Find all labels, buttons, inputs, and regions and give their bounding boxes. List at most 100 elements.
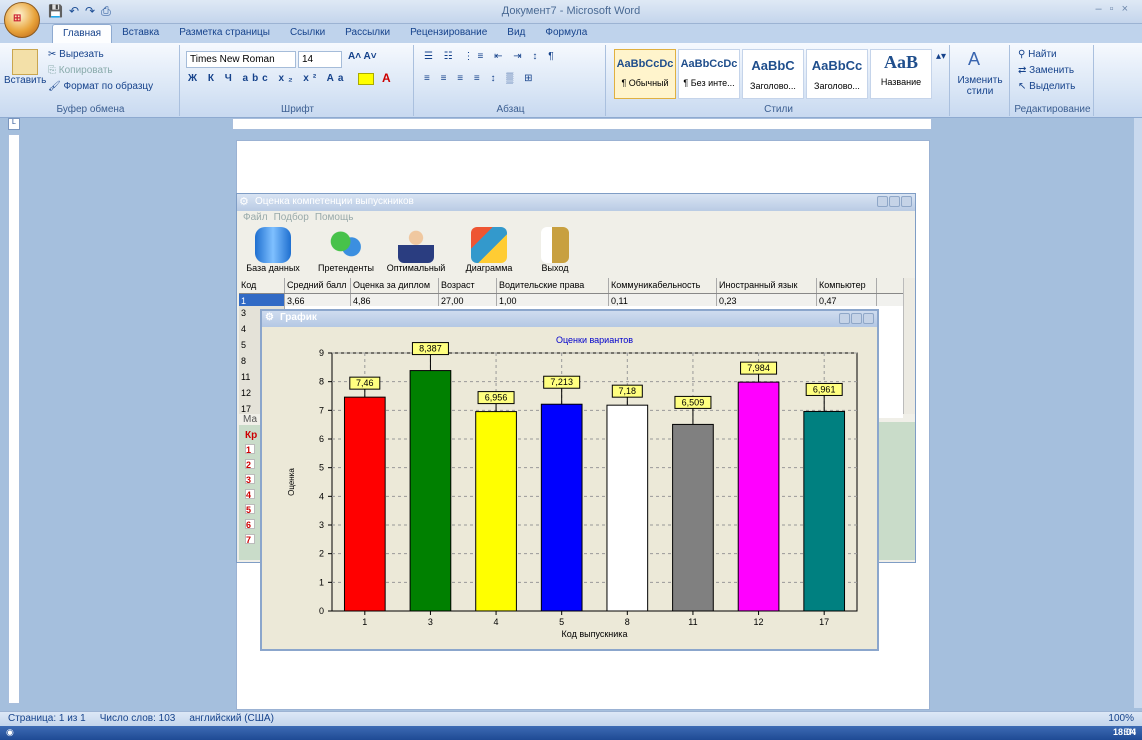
- style-name: Название: [880, 77, 922, 87]
- grid-cell: 0,47: [817, 294, 877, 306]
- data-label: 6,509: [682, 397, 705, 407]
- taskbar: ◉ EN: [0, 726, 1142, 740]
- data-label: 7,46: [356, 378, 374, 388]
- data-label: 8,387: [419, 344, 442, 354]
- tab-page-layout[interactable]: Разметка страницы: [169, 24, 280, 43]
- tab-view[interactable]: Вид: [497, 24, 535, 43]
- exit-button[interactable]: Выход: [531, 227, 579, 273]
- paste-icon[interactable]: [12, 49, 38, 75]
- list-item[interactable]: 5: [245, 504, 255, 515]
- font-size-combo[interactable]: 14: [298, 51, 342, 68]
- font-name-combo[interactable]: Times New Roman: [186, 51, 296, 68]
- list-item[interactable]: 4: [245, 489, 255, 500]
- tab-references[interactable]: Ссылки: [280, 24, 335, 43]
- language[interactable]: английский (США): [189, 713, 274, 725]
- style-name: ¶ Без инте...: [683, 78, 735, 88]
- diagram-button[interactable]: Диаграмма: [457, 227, 521, 273]
- tab-mailings[interactable]: Рассылки: [335, 24, 400, 43]
- start-button[interactable]: ◉: [6, 727, 14, 739]
- paste-button[interactable]: Вставить: [4, 75, 46, 86]
- zoom-level[interactable]: 100%: [1108, 713, 1134, 725]
- style-preview: AaBbC: [751, 58, 795, 73]
- find-label: Найти: [1028, 49, 1057, 60]
- grid-header-cell[interactable]: Иностранный язык: [717, 278, 817, 293]
- database-button[interactable]: База данных: [241, 227, 305, 273]
- vertical-scrollbar[interactable]: [1134, 118, 1142, 708]
- style-normal[interactable]: AaBbCcDc ¶ Обычный: [614, 49, 676, 99]
- optimal-button[interactable]: Оптимальный: [383, 227, 449, 273]
- office-button[interactable]: ⊞: [4, 2, 40, 38]
- tab-review[interactable]: Рецензирование: [400, 24, 497, 43]
- change-styles-button[interactable]: Изменить стили: [954, 75, 1006, 97]
- menu-file[interactable]: Файл: [243, 212, 268, 223]
- style-heading2[interactable]: AaBbCc Заголово...: [806, 49, 868, 99]
- bar: [343, 396, 386, 612]
- bar-chart: Оценки вариантов01234567897,4618,38736,9…: [287, 335, 858, 639]
- list-item[interactable]: 7: [245, 534, 255, 545]
- bar: [606, 404, 649, 612]
- page-count[interactable]: Страница: 1 из 1: [8, 713, 86, 725]
- chart-window-controls[interactable]: [839, 313, 874, 324]
- status-bar: Страница: 1 из 1 Число слов: 103 английс…: [0, 711, 1142, 726]
- grid-header-cell[interactable]: Оценка за диплом: [351, 278, 439, 293]
- editing-group: ⚲ Найти ⇄ Заменить ↖ Выделить Редактиров…: [1012, 45, 1094, 116]
- grow-font-icon[interactable]: A˄ A˅: [348, 51, 377, 62]
- grid-header-cell[interactable]: Средний балл: [285, 278, 351, 293]
- align-buttons[interactable]: ≡ ≡ ≡ ≡ ↕ ▒ ⊞: [424, 73, 536, 84]
- ruler-toggle-button[interactable]: L: [8, 118, 20, 130]
- cut-button[interactable]: ✂ Вырезать: [48, 49, 104, 60]
- grid-header-cell[interactable]: Коммуникабельность: [609, 278, 717, 293]
- replace-button[interactable]: ⇄ Заменить: [1018, 65, 1074, 76]
- style-heading1[interactable]: AaBbC Заголово...: [742, 49, 804, 99]
- y-tick-label: 4: [319, 491, 324, 501]
- grid-header-cell[interactable]: Водительские права: [497, 278, 609, 293]
- bar: [803, 410, 846, 612]
- y-tick-label: 5: [319, 463, 324, 473]
- undo-icon[interactable]: ↶: [69, 4, 79, 20]
- candidates-button[interactable]: Претенденты: [313, 227, 379, 273]
- format-painter-button[interactable]: 🖌 Формат по образцу: [48, 81, 153, 92]
- save-icon[interactable]: 💾: [48, 4, 63, 20]
- styles-scroll-icon[interactable]: ▴▾: [936, 51, 946, 62]
- font-color-icon[interactable]: A: [382, 71, 391, 85]
- style-title[interactable]: AaB Название: [870, 49, 932, 99]
- word-count[interactable]: Число слов: 103: [100, 713, 176, 725]
- grid-cell: 0,11: [609, 294, 717, 306]
- grid-header-cell[interactable]: Возраст: [439, 278, 497, 293]
- x-tick-label: 1: [362, 617, 367, 627]
- app-window-controls[interactable]: [877, 196, 912, 207]
- select-button[interactable]: ↖ Выделить: [1018, 81, 1075, 92]
- grid-scrollbar[interactable]: [903, 278, 915, 414]
- diagram-label: Диаграмма: [465, 263, 513, 273]
- bar: [672, 423, 714, 612]
- table-row[interactable]: 1 3,66 4,86 27,00 1,00 0,11 0,23 0,47: [239, 294, 903, 306]
- grid-header-cell[interactable]: Код: [239, 278, 285, 293]
- menu-help[interactable]: Помощь: [315, 212, 354, 223]
- horizontal-ruler[interactable]: [232, 118, 932, 130]
- grid-cell: 0,23: [717, 294, 817, 306]
- window-controls[interactable]: –▫×: [1096, 3, 1136, 15]
- lower-tab[interactable]: Ма: [239, 414, 262, 425]
- menu-select[interactable]: Подбор: [274, 212, 309, 223]
- tab-home[interactable]: Главная: [52, 24, 113, 43]
- list-item[interactable]: 2: [245, 459, 255, 470]
- style-no-spacing[interactable]: AaBbCcDc ¶ Без инте...: [678, 49, 740, 99]
- list-item[interactable]: 6: [245, 519, 255, 530]
- bar: [540, 403, 583, 612]
- list-item[interactable]: 3: [245, 474, 255, 485]
- copy-button[interactable]: ⎘ Копировать: [48, 65, 113, 76]
- tab-formula[interactable]: Формула: [535, 24, 597, 43]
- font-format-buttons[interactable]: Ж К Ч abc x₂ x² Aa: [188, 73, 347, 84]
- clipboard-group-label: Буфер обмена: [56, 104, 125, 115]
- vertical-ruler[interactable]: [8, 134, 20, 704]
- print-icon[interactable]: ⎙: [101, 4, 111, 20]
- chart-window-icon: ⚙: [265, 312, 274, 323]
- grid-header-cell[interactable]: Компьютер: [817, 278, 877, 293]
- tab-insert[interactable]: Вставка: [112, 24, 169, 43]
- highlight-icon[interactable]: [358, 73, 374, 85]
- chart-window-title: График: [280, 312, 317, 323]
- find-button[interactable]: ⚲ Найти: [1018, 49, 1057, 60]
- redo-icon[interactable]: ↷: [85, 4, 95, 20]
- list-buttons[interactable]: ☰ ☷ ⋮≡ ⇤ ⇥ ↕ ¶: [424, 51, 558, 62]
- list-item[interactable]: 1: [245, 444, 255, 455]
